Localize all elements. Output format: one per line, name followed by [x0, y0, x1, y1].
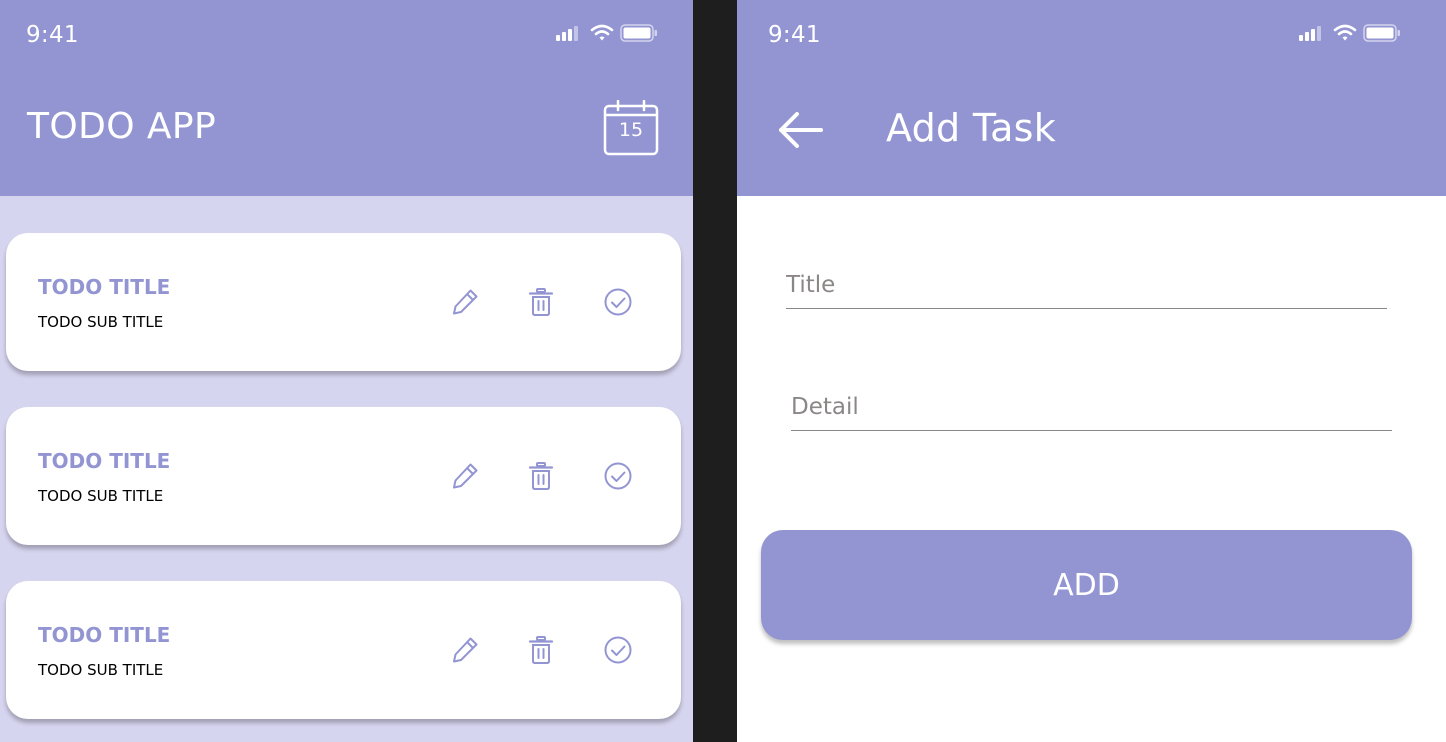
- todo-subtitle: TODO SUB TITLE: [38, 661, 164, 679]
- title-field[interactable]: [786, 272, 1387, 309]
- pencil-icon[interactable]: [449, 460, 481, 492]
- status-time: 9:41: [26, 22, 79, 48]
- app-title: TODO APP: [27, 106, 217, 147]
- todo-subtitle: TODO SUB TITLE: [38, 487, 164, 505]
- signal-icon: [1299, 26, 1321, 41]
- status-icons: [556, 24, 658, 42]
- arrow-left-icon[interactable]: [777, 110, 825, 150]
- status-time: 9:41: [768, 22, 821, 48]
- check-circle-icon[interactable]: [602, 634, 634, 666]
- detail-field[interactable]: [791, 394, 1392, 431]
- check-circle-icon[interactable]: [602, 460, 634, 492]
- battery-icon: [1363, 24, 1400, 42]
- todo-title: TODO TITLE: [38, 449, 171, 473]
- todo-list-screen: 9:41 TODO APP 15 TODO TITLE TODO SUB TIT…: [0, 0, 693, 742]
- trash-icon[interactable]: [525, 460, 557, 492]
- status-icons: [1299, 24, 1401, 42]
- app-bar: 9:41: [737, 0, 1446, 196]
- calendar-day: 15: [618, 119, 644, 141]
- wifi-icon: [590, 24, 614, 41]
- pencil-icon[interactable]: [449, 634, 481, 666]
- wifi-icon: [1333, 24, 1357, 41]
- check-circle-icon[interactable]: [602, 286, 634, 318]
- signal-icon: [556, 26, 578, 41]
- todo-card[interactable]: TODO TITLE TODO SUB TITLE: [6, 233, 681, 371]
- calendar-icon[interactable]: 15: [603, 99, 659, 156]
- page-title: Add Task: [886, 106, 1057, 150]
- todo-title: TODO TITLE: [38, 623, 171, 647]
- trash-icon[interactable]: [525, 286, 557, 318]
- todo-subtitle: TODO SUB TITLE: [38, 313, 164, 331]
- battery-icon: [620, 24, 657, 42]
- app-bar: 9:41 TODO APP 15: [0, 0, 693, 196]
- pencil-icon[interactable]: [449, 286, 481, 318]
- todo-title: TODO TITLE: [38, 275, 171, 299]
- trash-icon[interactable]: [525, 634, 557, 666]
- add-button[interactable]: ADD: [761, 530, 1412, 640]
- todo-card[interactable]: TODO TITLE TODO SUB TITLE: [6, 581, 681, 719]
- todo-card[interactable]: TODO TITLE TODO SUB TITLE: [6, 407, 681, 545]
